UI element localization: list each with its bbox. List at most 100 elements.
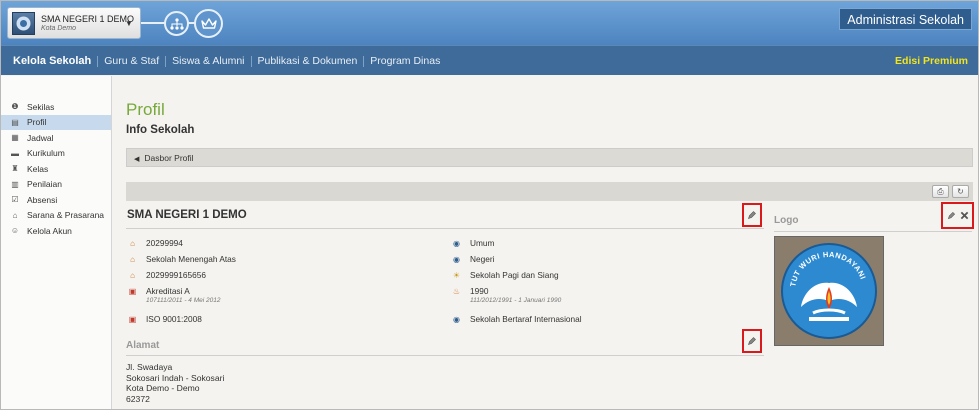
info-item: ☀ Sekolah Pagi dan Siang	[452, 270, 559, 280]
building-icon: ⌂	[12, 210, 18, 220]
crown-icon	[200, 17, 217, 29]
info-detail: 107111/2011 - 4 Mei 2012	[146, 297, 221, 304]
sidebar-item-kelas[interactable]: ♜ Kelas	[1, 161, 111, 177]
chevron-down-icon: ▼	[125, 19, 133, 28]
calendar-icon: ▦	[11, 133, 19, 143]
info-value: Umum	[470, 238, 495, 248]
sidebar-item-label: Sarana & Prasarana	[27, 210, 105, 221]
logo-actions	[941, 202, 974, 229]
book-icon: ▬	[11, 148, 19, 158]
nav-item-guru-staf[interactable]: Guru & Staf	[97, 55, 165, 67]
emblem-icon: ◉	[453, 315, 460, 324]
info-item: ⌂ 20299994	[128, 238, 183, 248]
info-item: ◉ Umum	[452, 238, 494, 248]
info-item: ◉ Sekolah Bertaraf Internasional	[452, 314, 582, 324]
sidebar-item-penilaian[interactable]: ▥ Penilaian	[1, 177, 111, 193]
address-line: Kota Demo - Demo	[126, 383, 200, 393]
sidebar-item-sekilas[interactable]: ❶ Sekilas	[1, 99, 111, 115]
certificate-icon: ▣	[128, 287, 137, 296]
pencil-icon	[748, 211, 756, 219]
sidebar-item-label: Kelola Akun	[27, 225, 72, 236]
nav-items: Kelola Sekolah Guru & Staf Siswa & Alumni P…	[1, 46, 446, 76]
sidebar-item-absensi[interactable]: ☑ Absensi	[1, 192, 111, 208]
school-logo-image: TUT WURI HANDAYANI	[774, 236, 884, 346]
nav-item-publikasi-dokumen[interactable]: Publikasi & Dokumen	[250, 55, 364, 67]
refresh-icon: ↻	[957, 187, 964, 196]
edit-address-button[interactable]	[742, 329, 762, 353]
page-subtitle: Info Sekolah	[126, 124, 195, 136]
pencil-icon[interactable]	[947, 211, 956, 220]
sidebar: ❶ Sekilas ▤ Profil ▦ Jadwal ▬ Kurikulum ♜ Kelas ▥ P…	[1, 76, 112, 409]
nav-item-program-dinas[interactable]: Program Dinas	[363, 55, 446, 67]
checklist-icon: ☑	[11, 195, 19, 205]
crown-button[interactable]	[194, 9, 223, 38]
info-item: ▣ Akreditasi A 107111/2011 - 4 Mei 2012	[128, 286, 221, 304]
school-city: Kota Demo	[41, 25, 77, 32]
info-value: Negeri	[470, 254, 495, 264]
print-button[interactable]: ⎙	[932, 185, 949, 198]
print-icon: ⎙	[937, 187, 944, 196]
connector-line	[141, 22, 165, 24]
sidebar-item-label: Penilaian	[27, 179, 62, 190]
toolbar: ⎙ ↻	[126, 182, 973, 201]
info-value: ISO 9001:2008	[146, 314, 202, 324]
info-value: 20299994	[146, 238, 183, 248]
school-name: SMA NEGERI 1 DEMO	[41, 14, 135, 24]
certificate-icon: ▣	[128, 315, 137, 324]
sun-icon: ☀	[452, 271, 461, 280]
nav-item-kelola-sekolah[interactable]: Kelola Sekolah	[1, 55, 97, 67]
network-button[interactable]	[164, 11, 189, 36]
address-block: Jl. Swadaya Sokosari Indah - Sokosari Kota…	[126, 362, 224, 404]
breadcrumb[interactable]: ◀ Dasbor Profil	[126, 148, 973, 167]
main-nav: Kelola Sekolah Guru & Staf Siswa & Alumni P…	[1, 45, 978, 75]
breadcrumb-label: Dasbor Profil	[144, 153, 194, 163]
address-line: 62372	[126, 393, 150, 404]
profile-card-icon: ▤	[11, 117, 19, 127]
address-heading: Alamat	[126, 340, 160, 351]
close-icon[interactable]	[960, 211, 969, 220]
sidebar-item-label: Profil	[27, 117, 47, 128]
sidebar-item-label: Sekilas	[27, 101, 55, 112]
logo-heading: Logo	[774, 215, 799, 226]
info-item: ⌂ Sekolah Menengah Atas	[128, 254, 236, 264]
info-detail: 111/2012/1991 - 1 Januari 1990	[470, 297, 562, 304]
school-logo-icon	[12, 12, 35, 35]
app-window: SMA NEGERI 1 DEMO Kota Demo ▼ Administra…	[0, 0, 979, 410]
premium-badge[interactable]: Edisi Premium	[895, 55, 968, 67]
sidebar-item-label: Kurikulum	[27, 148, 65, 159]
info-value: 1990	[470, 286, 489, 296]
info-value: Sekolah Bertaraf Internasional	[470, 314, 582, 324]
chevron-left-icon: ◀	[134, 156, 140, 163]
info-item: ♨ 1990 111/2012/1991 - 1 Januari 1990	[452, 286, 561, 304]
app-title: Administrasi Sekolah	[839, 8, 972, 30]
divider	[126, 355, 764, 356]
school-selector[interactable]: SMA NEGERI 1 DEMO Kota Demo ▼	[7, 7, 141, 39]
main-content: Profil Info Sekolah ◀ Dasbor Profil ⎙ ↻ S…	[113, 76, 978, 409]
emblem-icon: ◉	[453, 239, 460, 248]
users-icon: ☺	[10, 226, 20, 236]
divider	[774, 231, 972, 232]
sidebar-item-kelola-akun[interactable]: ☺ Kelola Akun	[1, 223, 111, 239]
info-item: ⌂ 2029999165656	[128, 270, 206, 280]
school-icon: ⌂	[130, 255, 135, 264]
school-icon: ⌂	[130, 239, 135, 248]
class-icon: ♜	[11, 164, 19, 174]
refresh-button[interactable]: ↻	[952, 185, 969, 198]
sidebar-item-jadwal[interactable]: ▦ Jadwal	[1, 130, 111, 146]
grade-icon: ▥	[11, 179, 19, 189]
nav-item-siswa-alumni[interactable]: Siswa & Alumni	[165, 55, 250, 67]
sidebar-item-sarana-prasarana[interactable]: ⌂ Sarana & Prasarana	[1, 208, 111, 224]
address-line: Jl. Swadaya	[126, 362, 173, 372]
info-value: Sekolah Pagi dan Siang	[470, 270, 559, 280]
info-item: ▣ ISO 9001:2008	[128, 314, 202, 324]
sidebar-item-profil[interactable]: ▤ Profil	[1, 114, 111, 130]
info-item: ◉ Negeri	[452, 254, 494, 264]
edit-info-button[interactable]	[742, 203, 762, 227]
info-value: Akreditasi A	[146, 286, 190, 296]
info-icon: ❶	[11, 102, 19, 112]
pencil-icon	[748, 337, 756, 345]
top-bar: SMA NEGERI 1 DEMO Kota Demo ▼ Administra…	[1, 1, 978, 45]
sidebar-item-kurikulum[interactable]: ▬ Kurikulum	[1, 146, 111, 162]
sidebar-item-label: Absensi	[27, 194, 58, 205]
sidebar-item-label: Jadwal	[27, 132, 54, 143]
